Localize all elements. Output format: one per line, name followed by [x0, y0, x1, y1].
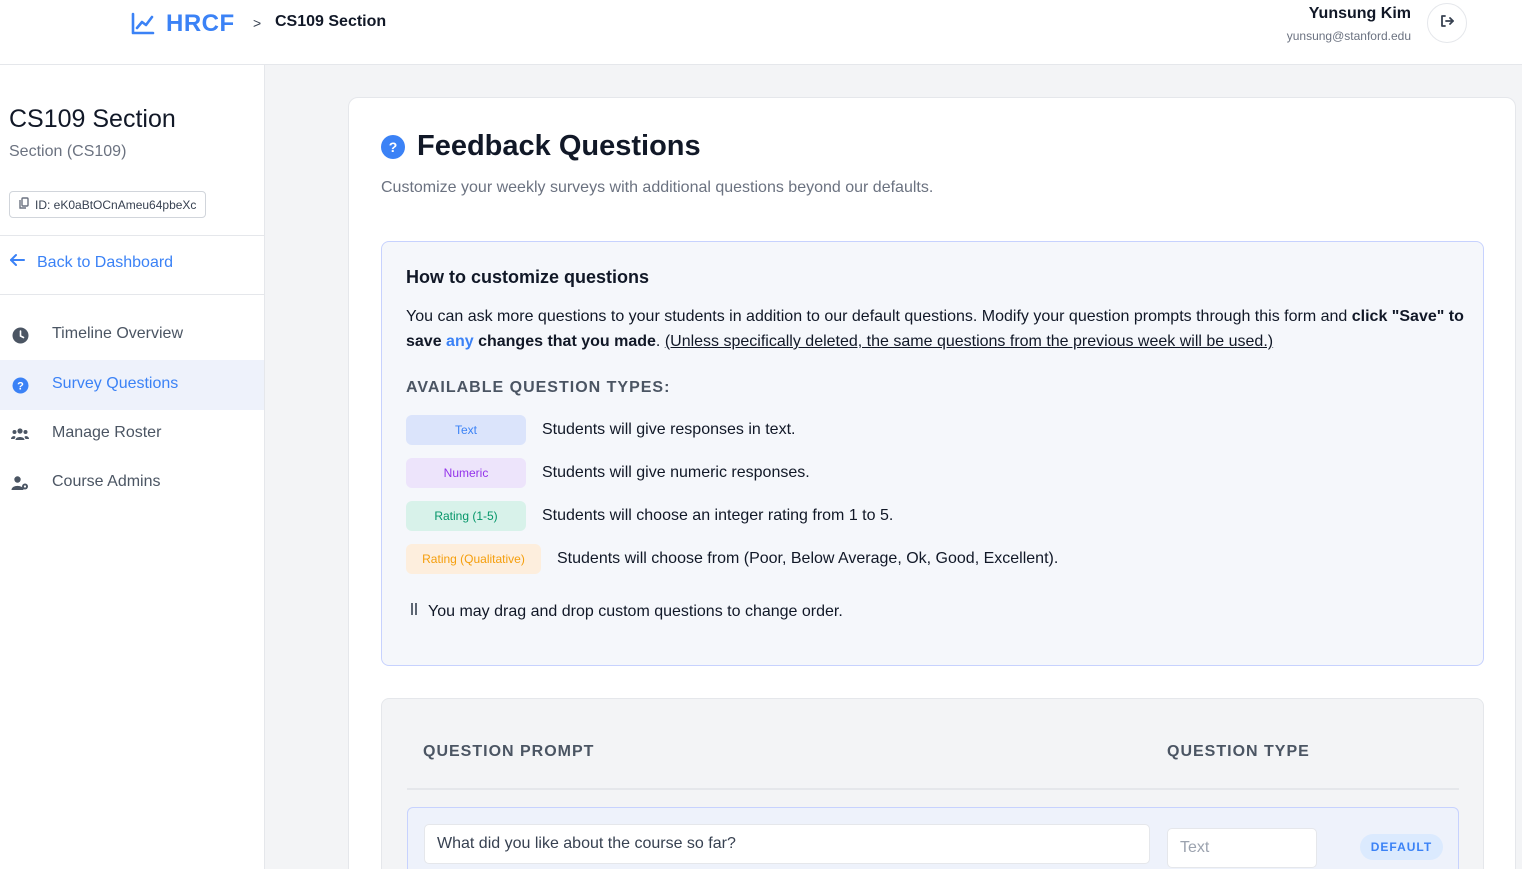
course-title: CS109 Section	[9, 105, 176, 133]
course-id-chip[interactable]: ID: eK0aBtOCnAmeu64pbeXc	[9, 191, 207, 218]
qualitative-rating-type-badge: Rating (Qualitative)	[406, 544, 541, 574]
user-name: Yunsung Kim	[1308, 5, 1411, 22]
questions-table: QUESTION PROMPT QUESTION TYPE Text DEFAU…	[381, 698, 1484, 869]
question-type-row: Numeric Students will give numeric respo…	[406, 457, 810, 489]
sidebar-item-course-admins[interactable]: Course Admins	[0, 458, 264, 508]
page-description: Customize your weekly surveys with addit…	[381, 179, 934, 196]
users-icon	[11, 425, 29, 443]
clock-icon	[11, 326, 29, 344]
breadcrumb-separator: >	[253, 15, 262, 31]
question-circle-icon: ?	[11, 376, 29, 394]
back-to-dashboard-link[interactable]: Back to Dashboard	[9, 253, 173, 272]
table-header-divider	[407, 788, 1459, 790]
table-row[interactable]: Text DEFAULT	[407, 807, 1459, 869]
type-description: Students will give numeric responses.	[542, 464, 810, 481]
brand-logo[interactable]: HRCF	[130, 10, 235, 38]
howto-paragraph: You can ask more questions to your stude…	[406, 304, 1466, 354]
sidebar-divider	[0, 235, 264, 236]
text-type-badge: Text	[406, 415, 526, 445]
top-bar: HRCF > CS109 Section Yunsung Kim yunsung…	[0, 0, 1522, 65]
user-cog-icon	[11, 474, 29, 492]
sidebar-item-manage-roster[interactable]: Manage Roster	[0, 409, 264, 459]
question-prompt-input[interactable]	[424, 824, 1150, 864]
type-description: Students will give responses in text.	[542, 421, 796, 438]
sign-out-icon	[1439, 13, 1455, 34]
column-header-prompt: QUESTION PROMPT	[423, 743, 595, 760]
sidebar: CS109 Section Section (CS109) ID: eK0aBt…	[0, 65, 265, 869]
numeric-type-badge: Numeric	[406, 458, 526, 488]
default-badge: DEFAULT	[1360, 834, 1443, 860]
question-type-field[interactable]: Text	[1167, 828, 1317, 868]
page-title: Feedback Questions	[417, 130, 701, 162]
column-header-type: QUESTION TYPE	[1167, 743, 1310, 760]
drag-drop-note-text: You may drag and drop custom questions t…	[428, 602, 843, 620]
logout-button[interactable]	[1427, 3, 1467, 43]
question-types-label: AVAILABLE QUESTION TYPES:	[406, 379, 671, 396]
sidebar-item-label: Timeline Overview	[52, 325, 183, 342]
howto-note: (Unless specifically deleted, the same q…	[664, 333, 1274, 350]
user-email: yunsung@stanford.edu	[1286, 29, 1411, 43]
question-circle-icon: ?	[381, 135, 405, 159]
feedback-questions-card: ? Feedback Questions Customize your week…	[348, 97, 1516, 869]
howto-title: How to customize questions	[406, 267, 650, 287]
howto-period: .	[655, 333, 661, 350]
type-description: Students will choose an integer rating f…	[542, 507, 894, 524]
sidebar-divider	[0, 294, 264, 295]
brand-name: HRCF	[166, 10, 235, 37]
question-type-row: Text Students will give responses in tex…	[406, 414, 795, 446]
question-type-row: Rating (1-5) Students will choose an int…	[406, 500, 893, 532]
user-info: Yunsung Kim yunsung@stanford.edu	[1287, 4, 1411, 45]
arrow-left-icon	[9, 253, 25, 272]
howto-panel: How to customize questions You can ask m…	[381, 241, 1484, 666]
sidebar-item-label: Survey Questions	[52, 375, 179, 392]
back-to-dashboard-label: Back to Dashboard	[37, 253, 174, 271]
question-type-row: Rating (Qualitative) Students will choos…	[406, 543, 1058, 575]
course-subtitle: Section (CS109)	[9, 143, 127, 160]
breadcrumb-current: CS109 Section	[275, 13, 387, 30]
howto-any-text: any	[446, 333, 474, 350]
sidebar-item-label: Course Admins	[52, 473, 161, 490]
svg-text:?: ?	[17, 380, 24, 392]
drag-handle-icon	[410, 602, 418, 621]
howto-bold-text: changes that you made	[478, 333, 656, 350]
drag-drop-note: You may drag and drop custom questions t…	[410, 602, 843, 621]
rating-type-badge: Rating (1-5)	[406, 501, 526, 531]
sidebar-item-survey-questions[interactable]: ? Survey Questions	[0, 360, 264, 410]
trend-chart-icon	[130, 11, 156, 37]
sidebar-item-label: Manage Roster	[52, 424, 162, 441]
sidebar-item-timeline-overview[interactable]: Timeline Overview	[0, 310, 264, 360]
course-id-text: ID: eK0aBtOCnAmeu64pbeXc	[35, 197, 197, 212]
howto-text: You can ask more questions to your stude…	[406, 308, 1348, 325]
type-description: Students will choose from (Poor, Below A…	[557, 550, 1059, 567]
copy-icon	[19, 197, 29, 212]
